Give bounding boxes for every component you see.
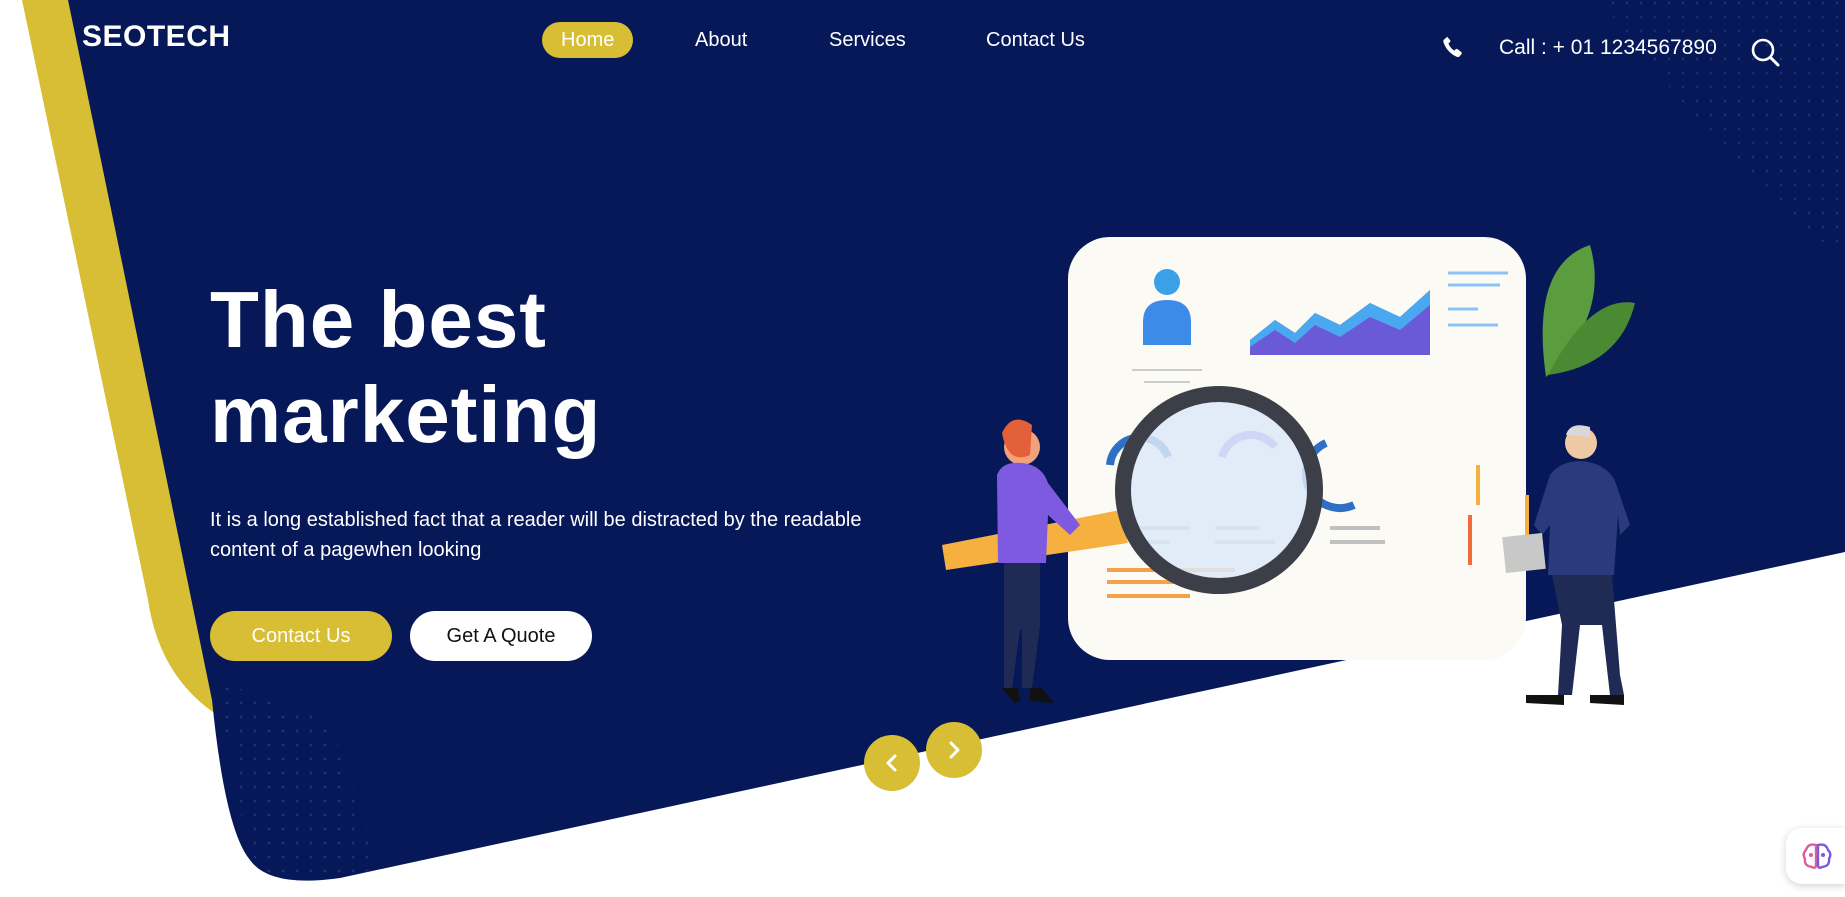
- carousel-prev-button[interactable]: [864, 735, 920, 791]
- nav-item-services[interactable]: Services: [829, 22, 906, 58]
- nav-item-home[interactable]: Home: [542, 22, 634, 58]
- brain-icon: [1802, 843, 1832, 869]
- woman-figure: [997, 419, 1080, 703]
- carousel-next-button[interactable]: [926, 722, 982, 778]
- hero-title: The best marketing: [210, 272, 770, 462]
- assistant-widget[interactable]: [1786, 828, 1845, 884]
- get-a-quote-button[interactable]: Get A Quote: [410, 611, 592, 661]
- contact-us-button[interactable]: Contact Us: [210, 611, 392, 661]
- call-number[interactable]: Call : + 01 1234567890: [1499, 36, 1717, 60]
- chevron-right-icon: [949, 741, 960, 759]
- brand-logo[interactable]: SEOTECH: [82, 20, 231, 54]
- leaf-graphic: [1542, 245, 1635, 377]
- hero-title-line-2: marketing: [210, 370, 602, 459]
- nav-item-contact-us[interactable]: Contact Us: [986, 22, 1085, 58]
- chevron-left-icon: [886, 754, 897, 772]
- phone-icon: [1443, 36, 1462, 58]
- hero-title-line-1: The best: [210, 275, 547, 364]
- nav-item-about[interactable]: About: [695, 22, 747, 58]
- search-icon[interactable]: [1749, 36, 1781, 68]
- marketing-illustration: [942, 237, 1635, 705]
- hero-description: It is a long established fact that a rea…: [210, 509, 862, 561]
